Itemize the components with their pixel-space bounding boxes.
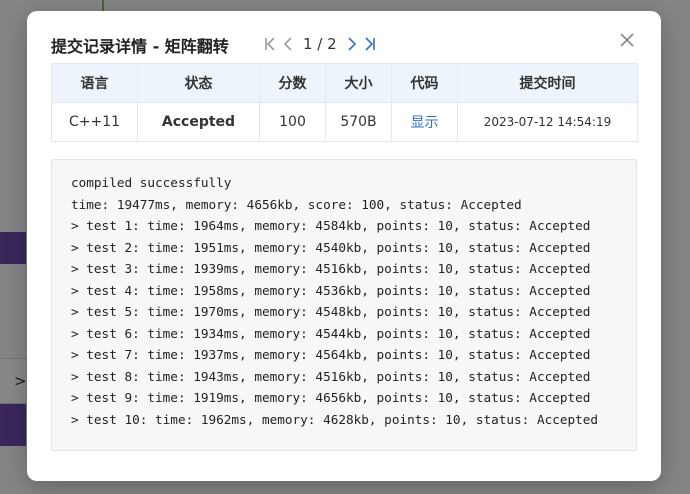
score-cell: 100 xyxy=(259,102,326,142)
log-line: > test 5: time: 1970ms, memory: 4548kb, … xyxy=(71,304,591,319)
modal-header: 提交记录详情 - 矩阵翻转 1 / 2 xyxy=(51,30,637,56)
log-line: > test 10: time: 1962ms, memory: 4628kb,… xyxy=(71,411,599,427)
log-line: > test 3: time: 1939ms, memory: 4516kb, … xyxy=(71,261,591,276)
first-page-icon[interactable] xyxy=(261,34,279,54)
modal-title: 提交记录详情 - 矩阵翻转 xyxy=(51,37,229,56)
column-header-language: 语言 xyxy=(51,63,138,103)
log-line: > test 4: time: 1958ms, memory: 4536kb, … xyxy=(71,282,591,298)
status-badge: Accepted xyxy=(137,102,260,142)
pager: 1 / 2 xyxy=(261,33,379,55)
last-page-icon[interactable] xyxy=(361,34,379,54)
log-line: time: 19477ms, memory: 4656kb, score: 10… xyxy=(71,196,522,212)
show-code-link[interactable]: 显示 xyxy=(411,115,439,131)
close-icon[interactable] xyxy=(617,30,637,50)
next-page-icon[interactable] xyxy=(343,34,361,54)
language-cell: C++11 xyxy=(51,102,138,142)
log-line: > test 1: time: 1964ms, memory: 4584kb, … xyxy=(71,218,591,233)
log-line: > test 9: time: 1919ms, memory: 4656kb, … xyxy=(71,390,591,405)
code-cell: 显示 xyxy=(391,102,458,142)
log-line: compiled successfully xyxy=(71,175,232,190)
submit-time-cell: 2023-07-12 14:54:19 xyxy=(457,102,638,142)
prev-page-icon[interactable] xyxy=(279,34,297,54)
log-line: > test 8: time: 1943ms, memory: 4516kb, … xyxy=(71,368,591,384)
column-header-size: 大小 xyxy=(325,63,392,103)
page-indicator: 1 / 2 xyxy=(303,35,337,53)
table-row: C++11 Accepted 100 570B 显示 2023-07-12 14… xyxy=(51,102,638,142)
log-line: > test 7: time: 1937ms, memory: 4564kb, … xyxy=(71,347,591,362)
column-header-score: 分数 xyxy=(259,63,326,103)
log-line: > test 6: time: 1934ms, memory: 4544kb, … xyxy=(71,325,591,341)
judge-log: compiled successfully time: 19477ms, mem… xyxy=(51,159,637,451)
log-line: > test 2: time: 1951ms, memory: 4540kb, … xyxy=(71,239,591,255)
submission-detail-modal: 提交记录详情 - 矩阵翻转 1 / 2 语言 状态 分数 大小 代码 提交时间 … xyxy=(27,11,661,481)
column-header-code: 代码 xyxy=(391,63,458,103)
size-cell: 570B xyxy=(325,102,392,142)
table-header-row: 语言 状态 分数 大小 代码 提交时间 xyxy=(51,63,638,103)
column-header-submit-time: 提交时间 xyxy=(457,63,638,103)
column-header-status: 状态 xyxy=(137,63,260,103)
submission-info-table: 语言 状态 分数 大小 代码 提交时间 C++11 Accepted 100 5… xyxy=(51,63,638,142)
